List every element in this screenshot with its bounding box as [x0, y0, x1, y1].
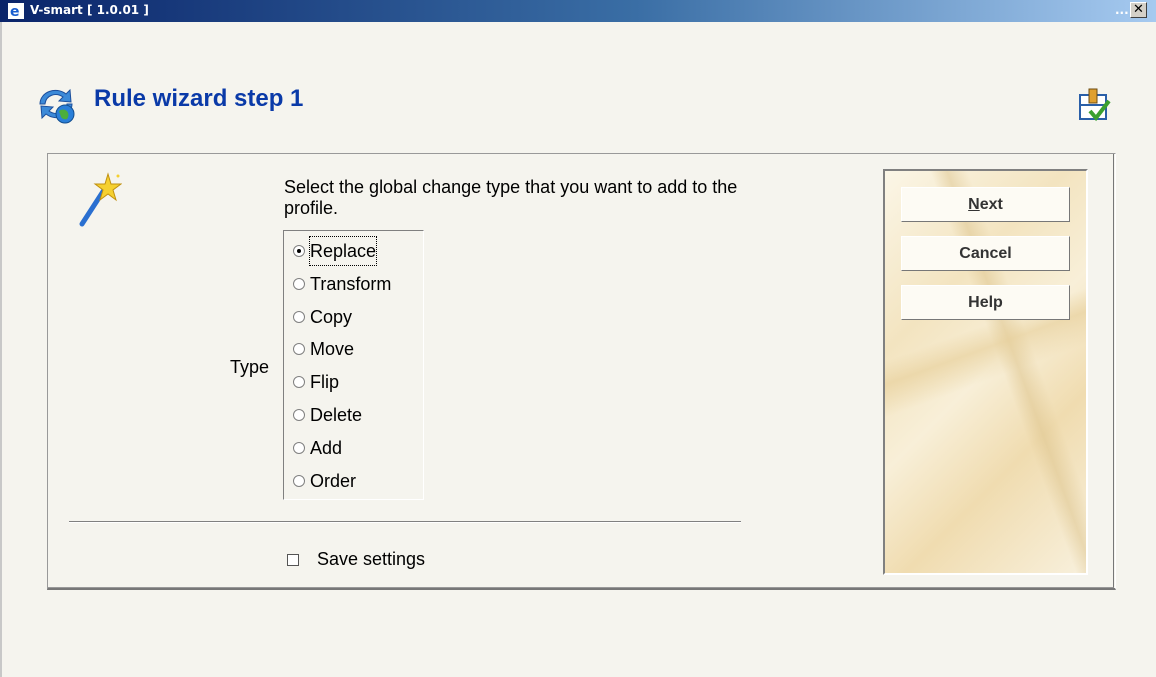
radio-replace[interactable]: Replace [293, 236, 425, 266]
svg-text:e: e [10, 4, 20, 19]
radio-label: Add [310, 438, 343, 458]
page-title: Rule wizard step 1 [94, 85, 304, 112]
radio-label: Delete [310, 405, 363, 425]
radio-button[interactable] [293, 475, 305, 487]
radio-transform[interactable]: Transform [293, 270, 425, 298]
close-icon: ✕ [1133, 2, 1144, 17]
next-button[interactable]: Next [901, 187, 1070, 222]
browser-e-icon: e [8, 3, 24, 19]
help-button[interactable]: Help [901, 285, 1070, 320]
radio-label: Flip [310, 372, 340, 392]
radio-button-checked[interactable] [293, 245, 305, 257]
window-left-border [0, 22, 2, 677]
radio-move[interactable]: Move [293, 335, 425, 363]
cancel-button[interactable]: Cancel [901, 236, 1070, 271]
radio-label: Replace [308, 236, 378, 266]
radio-button[interactable] [293, 311, 305, 323]
minimize-button[interactable]: ... [1115, 3, 1129, 17]
help-label: Help [968, 294, 1003, 311]
type-label: Type [230, 357, 270, 377]
next-label: ext [979, 196, 1003, 213]
radio-button[interactable] [293, 278, 305, 290]
radio-label: Transform [310, 274, 392, 294]
checkbox[interactable] [287, 554, 299, 566]
window-title: V-smart [ 1.0.01 ] [30, 3, 149, 17]
separator-line [69, 521, 741, 523]
radio-label: Order [310, 471, 357, 491]
radio-button[interactable] [293, 376, 305, 388]
rule-refresh-globe-icon [39, 88, 75, 124]
radio-button[interactable] [293, 442, 305, 454]
magic-wand-icon [79, 172, 122, 227]
radio-copy[interactable]: Copy [293, 303, 425, 331]
radio-label: Move [310, 339, 355, 359]
next-accelerator: N [968, 196, 980, 213]
close-button[interactable]: ✕ [1130, 2, 1147, 18]
radio-label: Copy [310, 307, 353, 327]
button-panel [883, 169, 1088, 575]
save-settings-label: Save settings [317, 549, 426, 569]
radio-flip[interactable]: Flip [293, 368, 425, 396]
type-radio-group: Replace Transform Copy Move Flip Delete … [283, 230, 424, 500]
cancel-label: Cancel [959, 245, 1012, 262]
radio-delete[interactable]: Delete [293, 401, 425, 429]
radio-add[interactable]: Add [293, 434, 425, 462]
window-titlebar: e V-smart [ 1.0.01 ] ... ✕ [0, 0, 1156, 22]
radio-button[interactable] [293, 343, 305, 355]
workflow-check-icon[interactable] [1076, 87, 1114, 125]
radio-button[interactable] [293, 409, 305, 421]
instructions-text: Select the global change type that you w… [284, 177, 738, 218]
radio-order[interactable]: Order [293, 467, 425, 495]
